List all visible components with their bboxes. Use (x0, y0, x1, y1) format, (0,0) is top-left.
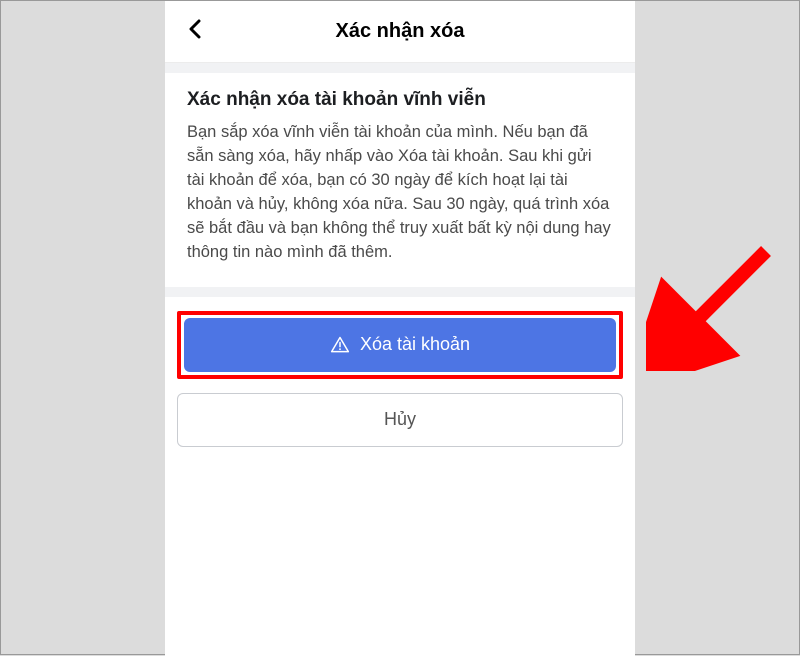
back-button[interactable] (181, 18, 209, 46)
section-divider (165, 287, 635, 297)
instruction-arrow-icon (646, 231, 786, 371)
confirmation-card: Xác nhận xóa tài khoản vĩnh viễn Bạn sắp… (165, 73, 635, 287)
delete-account-button[interactable]: Xóa tài khoản (184, 318, 616, 372)
section-divider (165, 63, 635, 73)
confirmation-body: Bạn sắp xóa vĩnh viễn tài khoản của mình… (187, 121, 613, 265)
cancel-button[interactable]: Hủy (177, 393, 623, 447)
tutorial-frame: Xác nhận xóa Xác nhận xóa tài khoản vĩnh… (0, 0, 800, 655)
page-title: Xác nhận xóa (336, 20, 465, 43)
highlight-frame: Xóa tài khoản (177, 311, 623, 379)
confirmation-title: Xác nhận xóa tài khoản vĩnh viễn (187, 89, 613, 111)
header: Xác nhận xóa (165, 1, 635, 63)
chevron-left-icon (187, 19, 203, 44)
cancel-button-label: Hủy (384, 409, 416, 430)
delete-button-label: Xóa tài khoản (360, 334, 470, 355)
buttons-area: Xóa tài khoản Hủy (165, 311, 635, 447)
phone-screen: Xác nhận xóa Xác nhận xóa tài khoản vĩnh… (165, 1, 635, 656)
warning-icon (330, 335, 350, 355)
